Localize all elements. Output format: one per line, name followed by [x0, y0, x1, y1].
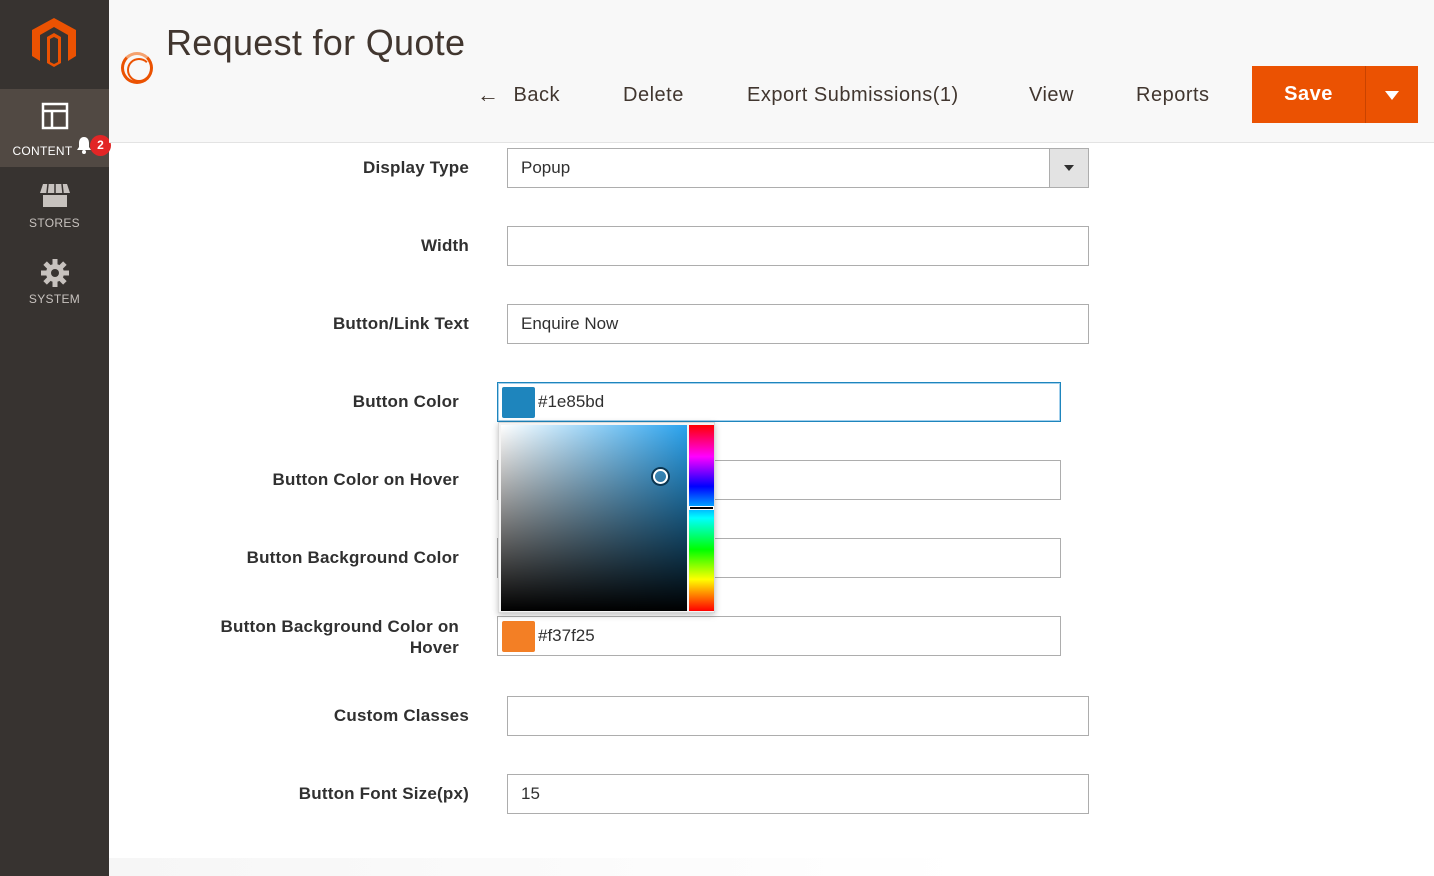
font-size-input[interactable] — [507, 774, 1089, 814]
font-size-label: Button Font Size(px) — [298, 784, 469, 803]
export-submissions-button[interactable]: Export Submissions(1) — [747, 78, 959, 112]
page-title: Request for Quote — [166, 22, 466, 63]
hue-slider-handle[interactable] — [689, 506, 714, 510]
button-color-swatch[interactable] — [502, 387, 535, 418]
display-type-label: Display Type — [362, 158, 469, 177]
button-bg-color-hover-label-line2: Hover — [409, 638, 459, 657]
button-color-label: Button Color — [352, 392, 459, 411]
save-button-group: Save — [1252, 66, 1418, 123]
button-text-input[interactable] — [507, 304, 1089, 344]
button-bg-color-hover-value: #f37f25 — [538, 626, 595, 645]
gear-icon — [40, 259, 69, 287]
admin-sidebar: CONTENT 2 STORES SYSTEM — [0, 0, 111, 876]
display-type-select[interactable]: Popup — [507, 148, 1089, 188]
display-type-value: Popup — [521, 158, 571, 177]
width-label: Width — [420, 236, 469, 255]
button-color-value: #1e85bd — [538, 392, 605, 411]
button-color-input[interactable]: #1e85bd — [497, 382, 1061, 422]
back-button-label: Back — [513, 83, 560, 106]
sidebar-item-stores[interactable]: STORES — [0, 182, 109, 244]
arrow-left-icon: ← — [477, 82, 500, 107]
color-saturation-area[interactable] — [501, 425, 687, 611]
width-input[interactable] — [507, 226, 1089, 266]
custom-classes-input[interactable] — [507, 696, 1089, 736]
button-bg-color-hover-label: Button Background Color on Hover — [160, 616, 459, 658]
layout-icon — [41, 102, 68, 130]
sidebar-item-system[interactable]: SYSTEM — [0, 258, 109, 320]
button-bg-color-hover-input[interactable]: #f37f25 — [497, 616, 1061, 656]
magento-logo-icon[interactable] — [28, 16, 80, 68]
button-bg-color-label: Button Background Color — [246, 548, 459, 567]
button-text-label: Button/Link Text — [332, 314, 469, 333]
button-bg-color-hover-swatch[interactable] — [502, 621, 535, 652]
sidebar-item-content[interactable]: CONTENT — [0, 89, 109, 167]
reports-button[interactable]: Reports — [1136, 78, 1210, 112]
color-picker-popup — [498, 422, 715, 613]
button-bg-color-hover-label-line1: Button Background Color on — [220, 617, 459, 636]
save-options-dropdown-button[interactable] — [1366, 66, 1418, 123]
delete-button[interactable]: Delete — [623, 78, 684, 112]
chevron-down-icon[interactable] — [1049, 149, 1088, 187]
saturation-handle[interactable] — [653, 469, 668, 484]
sidebar-item-label: SYSTEM — [28, 292, 81, 306]
custom-classes-label: Custom Classes — [333, 706, 469, 725]
view-button[interactable]: View — [1029, 78, 1074, 112]
sidebar-item-label: STORES — [29, 216, 80, 230]
button-color-hover-label: Button Color on Hover — [272, 470, 459, 489]
hue-slider[interactable] — [689, 425, 714, 611]
save-button[interactable]: Save — [1252, 66, 1366, 123]
store-icon — [39, 183, 70, 207]
content-bottom-edge — [109, 858, 969, 876]
page-header: Request for Quote ← Back Delete Export S… — [109, 0, 1434, 143]
back-button[interactable]: ← Back — [477, 78, 560, 112]
loading-spinner-icon — [121, 52, 153, 84]
notification-badge[interactable]: 2 — [90, 135, 111, 156]
